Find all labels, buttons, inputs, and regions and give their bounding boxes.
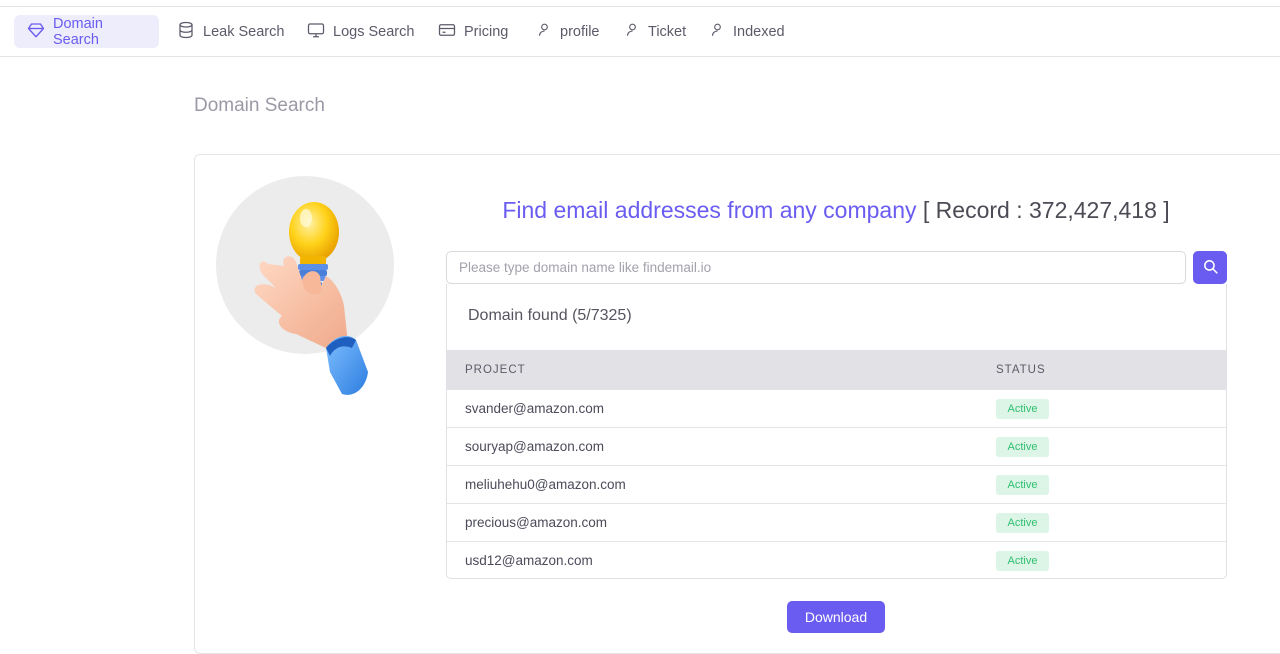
nav-profile[interactable]: profile — [524, 15, 613, 48]
user-icon — [537, 22, 552, 41]
user-icon — [710, 22, 725, 41]
user-icon — [625, 22, 640, 41]
email-cell: usd12@amazon.com — [465, 553, 593, 568]
status-badge: Active — [996, 399, 1049, 419]
nav-leak-search[interactable]: Leak Search — [164, 15, 297, 48]
nav-label: Domain Search — [53, 15, 103, 48]
email-cell: svander@amazon.com — [465, 401, 605, 416]
email-cell: precious@amazon.com — [465, 515, 608, 530]
monitor-icon — [307, 21, 325, 43]
diamond-icon — [27, 21, 45, 43]
table-row: meliuhehu0@amazon.com Active — [447, 466, 1226, 504]
status-badge: Active — [996, 475, 1049, 495]
table-row: svander@amazon.com Active — [447, 390, 1226, 428]
table-row: souryap@amazon.com Active — [447, 428, 1226, 466]
credit-card-icon — [438, 21, 456, 43]
lightbulb-hand-illustration — [216, 176, 396, 401]
results-panel: Domain found (5/7325) PROJECT STATUS sva… — [446, 284, 1227, 579]
record-count: [ Record : 372,427,418 ] — [922, 197, 1170, 223]
headline: Find email addresses from any company [ … — [446, 197, 1226, 224]
status-badge: Active — [996, 551, 1049, 571]
column-header-status: STATUS — [996, 364, 1046, 376]
nav-logs-search[interactable]: Logs Search — [294, 15, 427, 48]
nav-label: profile — [560, 23, 600, 40]
email-cell: meliuhehu0@amazon.com — [465, 477, 626, 492]
domain-search-input[interactable] — [446, 251, 1186, 284]
status-badge: Active — [996, 513, 1049, 533]
email-cell: souryap@amazon.com — [465, 439, 605, 454]
nav-label: Pricing — [464, 23, 509, 40]
nav-label: Leak Search — [203, 23, 285, 40]
status-badge: Active — [996, 437, 1049, 457]
table-header: PROJECT STATUS — [447, 350, 1226, 390]
column-header-project: PROJECT — [465, 364, 526, 376]
nav-label: Ticket — [648, 23, 687, 40]
nav-domain-search[interactable]: Domain Search — [14, 15, 159, 48]
search-icon — [1202, 258, 1219, 278]
results-title: Domain found (5/7325) — [468, 307, 632, 324]
table-row: precious@amazon.com Active — [447, 504, 1226, 542]
download-button[interactable]: Download — [787, 601, 885, 633]
headline-accent: Find email addresses from any company — [502, 197, 917, 223]
nav-indexed[interactable]: Indexed — [697, 15, 798, 48]
top-navbar: Domain Search Leak Search Logs Search Pr… — [0, 7, 1280, 57]
nav-label: Indexed — [733, 23, 785, 40]
database-icon — [177, 21, 195, 43]
table-body: svander@amazon.com Active souryap@amazon… — [447, 390, 1226, 578]
nav-ticket[interactable]: Ticket — [612, 15, 699, 48]
search-button[interactable] — [1193, 251, 1227, 284]
table-row: usd12@amazon.com Active — [447, 542, 1226, 578]
nav-pricing[interactable]: Pricing — [425, 15, 521, 48]
nav-label: Logs Search — [333, 23, 415, 40]
page-title: Domain Search — [194, 95, 325, 116]
